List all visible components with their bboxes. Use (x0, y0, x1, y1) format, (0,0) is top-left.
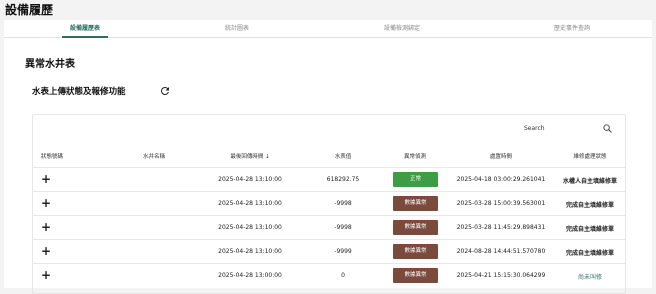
search-icon[interactable] (602, 123, 613, 134)
cell-repair-status: 水權人自主填維修單 (562, 178, 618, 185)
cell-handle-time: 2025-03-28 11:45:29.898431 (456, 224, 546, 231)
tab-equipment-history[interactable]: 設備履歷表 (62, 20, 108, 38)
section-title: 異常水井表 (25, 59, 75, 70)
expand-icon[interactable]: + (41, 221, 51, 233)
cell-meter-value: 618292.75 (326, 176, 360, 183)
cell-last-time: 2025-04-28 13:10:00 (218, 176, 282, 183)
table-row[interactable]: + 2025-04-28 13:10:00 -9999 數據異常 2024-08… (33, 239, 625, 263)
cell-meter-value: -9999 (334, 248, 352, 255)
tab-bar: 設備履歷表 統計圖表 設備檢測綁定 歷史事件查詢 (4, 20, 652, 38)
header-meter-value[interactable]: 水表值 (335, 152, 352, 160)
cell-handle-time: 2025-03-28 15:00:39.563001 (456, 200, 546, 207)
cell-last-time: 2025-04-28 13:10:00 (218, 248, 282, 255)
search-label[interactable]: Search (524, 125, 545, 132)
header-anomaly[interactable]: 異常偵測 (404, 152, 426, 160)
status-badge: 數據異常 (393, 196, 438, 211)
status-badge: 數據異常 (393, 268, 438, 283)
status-badge: 數據異常 (393, 220, 438, 235)
cell-last-time: 2025-04-28 13:10:00 (218, 224, 282, 231)
cell-repair-status: 完成自主填維修單 (565, 250, 615, 257)
cell-last-time: 2025-04-28 13:00:00 (218, 272, 282, 279)
status-badge: 正常 (393, 172, 438, 187)
refresh-icon[interactable] (159, 85, 171, 97)
status-badge: 數據異常 (393, 244, 438, 259)
table-row[interactable]: + 2025-04-28 13:10:00 -9998 數據異常 2025-03… (33, 215, 625, 239)
cell-meter-value: 0 (341, 272, 345, 279)
header-handle-time[interactable]: 處置時間 (490, 152, 512, 160)
cell-handle-time: 2025-04-21 15:15:30.064299 (456, 272, 546, 279)
header-well-name[interactable]: 水井名稱 (143, 152, 165, 160)
expand-icon[interactable]: + (41, 245, 51, 257)
cell-handle-time: 2024-08-28 14:44:51.570780 (456, 248, 546, 255)
header-last-time[interactable]: 最後回傳時間 ↓ (230, 152, 269, 160)
cell-meter-value: -9998 (334, 224, 352, 231)
tab-statistics[interactable]: 統計圖表 (214, 20, 260, 38)
cell-meter-value: -9998 (334, 200, 352, 207)
cell-repair-status: 完成自主填維修單 (565, 226, 615, 233)
cell-repair-status: 完成自主填維修單 (565, 202, 615, 209)
table-row[interactable]: + 2025-04-28 13:00:00 0 數據異常 2025-04-21 … (33, 263, 625, 287)
expand-icon[interactable]: + (41, 173, 51, 185)
header-status-number[interactable]: 狀態號碼 (41, 152, 63, 160)
page-title: 設備履歷 (5, 3, 54, 17)
expand-icon[interactable]: + (41, 269, 51, 281)
table-row[interactable]: + 2025-04-28 13:10:00 -9998 數據異常 2025-03… (33, 191, 625, 215)
data-table: Search 狀態號碼 水井名稱 最後回傳時間 ↓ 水表值 異常偵測 處置時間 … (32, 114, 626, 294)
repair-link[interactable]: 尚未叫修 (578, 272, 602, 281)
expand-icon[interactable]: + (41, 197, 51, 209)
main-panel: 異常水井表 水表上傳狀態及報修功能 Search 狀態號碼 水井名稱 最後回傳時… (4, 38, 652, 294)
cell-handle-time: 2025-04-18 03:00:29.261041 (456, 176, 546, 183)
section-subtitle: 水表上傳狀態及報修功能 (32, 87, 126, 97)
header-repair-status[interactable]: 維修處理狀態 (573, 152, 606, 160)
cell-last-time: 2025-04-28 13:10:00 (218, 200, 282, 207)
table-row[interactable]: + 2025-04-28 13:10:00 618292.75 正常 2025-… (33, 167, 625, 191)
tab-history-events[interactable]: 歷史事件查詢 (542, 20, 602, 38)
tab-device-binding[interactable]: 設備檢測綁定 (372, 20, 432, 38)
